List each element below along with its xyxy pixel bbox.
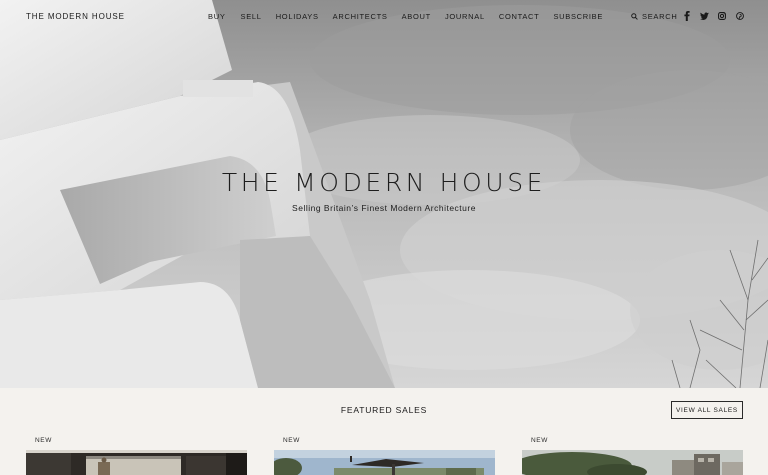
nav-holidays[interactable]: HOLIDAYS <box>276 12 319 21</box>
view-all-sales-button[interactable]: VIEW ALL SALES <box>671 401 743 419</box>
nav-buy[interactable]: BUY <box>208 12 226 21</box>
main-menu: BUY SELL HOLIDAYS ARCHITECTS ABOUT JOURN… <box>208 12 603 21</box>
featured-sales-title: FEATURED SALES <box>340 405 428 415</box>
new-badge: NEW <box>531 437 548 444</box>
search-label: SEARCH <box>642 12 678 21</box>
listing-card[interactable]: NEW <box>522 430 743 475</box>
listing-card[interactable]: NEW <box>26 430 247 475</box>
nav-journal[interactable]: JOURNAL <box>445 12 485 21</box>
nav-sell[interactable]: SELL <box>241 12 262 21</box>
nav-subscribe[interactable]: SUBSCRIBE <box>553 12 603 21</box>
pinterest-icon[interactable] <box>735 11 745 21</box>
new-badge: NEW <box>35 437 52 444</box>
hero-subtitle: Selling Britain’s Finest Modern Architec… <box>292 203 476 213</box>
search-icon <box>631 13 638 20</box>
brand-logo[interactable]: THE MODERN HOUSE <box>26 12 125 21</box>
hero-title: THE MODERN HOUSE <box>221 168 547 197</box>
hero: THE MODERN HOUSE BUY SELL HOLIDAYS ARCHI… <box>0 0 768 388</box>
featured-sales-section: FEATURED SALES VIEW ALL SALES NEW NEW NE… <box>0 388 768 475</box>
nav-about[interactable]: ABOUT <box>402 12 431 21</box>
listing-card[interactable]: NEW <box>274 430 495 475</box>
badge-area: NEW <box>274 430 495 450</box>
listing-photo <box>26 450 247 475</box>
facebook-icon[interactable] <box>682 11 692 21</box>
nav-contact[interactable]: CONTACT <box>499 12 540 21</box>
search-button[interactable]: SEARCH <box>631 12 677 21</box>
twitter-icon[interactable] <box>699 11 709 21</box>
instagram-icon[interactable] <box>717 11 727 21</box>
nav-architects[interactable]: ARCHITECTS <box>333 12 388 21</box>
listing-photo <box>274 450 495 475</box>
badge-area: NEW <box>522 430 743 450</box>
listing-photo <box>522 450 743 475</box>
badge-area: NEW <box>26 430 247 450</box>
new-badge: NEW <box>283 437 300 444</box>
top-navigation: THE MODERN HOUSE BUY SELL HOLIDAYS ARCHI… <box>0 0 768 34</box>
